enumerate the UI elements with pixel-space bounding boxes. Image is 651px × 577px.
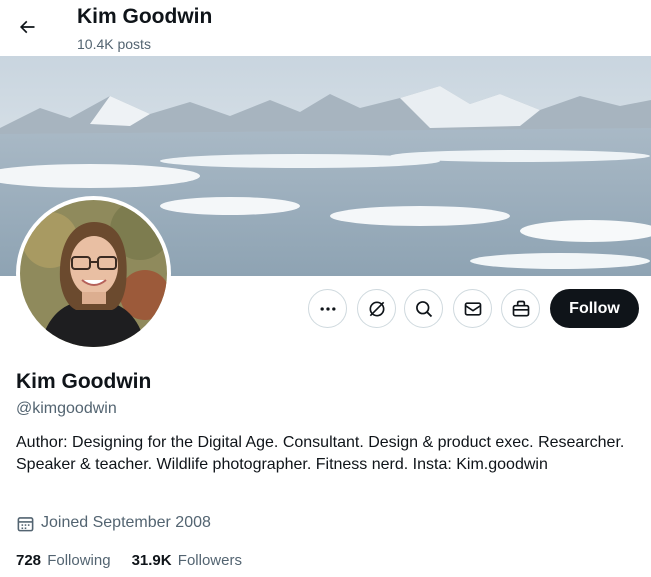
followers-count: 31.9K (131, 552, 172, 569)
avatar[interactable] (16, 196, 171, 351)
header-title: Kim Goodwin (77, 5, 213, 28)
display-name: Kim Goodwin (16, 370, 152, 393)
follow-stats: 728 Following 31.9K Followers (16, 551, 263, 571)
follow-button[interactable]: Follow (550, 289, 639, 328)
search-button[interactable] (404, 289, 443, 328)
joined-text: Joined September 2008 (41, 514, 211, 531)
back-button[interactable] (10, 10, 44, 44)
message-button[interactable] (453, 289, 492, 328)
more-icon (320, 306, 335, 311)
profile-bio: Author: Designing for the Digital Age. C… (16, 434, 625, 473)
arrow-left-icon (19, 20, 35, 34)
grok-icon (369, 301, 384, 316)
mail-icon (464, 301, 481, 316)
grok-button[interactable] (357, 289, 396, 328)
joined-date: Joined September 2008 (16, 513, 211, 533)
search-icon (415, 300, 432, 317)
user-handle: @kimgoodwin (16, 400, 117, 417)
followers-link[interactable]: 31.9K Followers (132, 551, 242, 571)
header-posts-count: 10.4K posts (77, 36, 151, 52)
following-count: 728 (16, 552, 42, 569)
gift-icon (512, 300, 529, 316)
profile-header: Kim Goodwin 10.4K posts (0, 0, 651, 56)
gift-button[interactable] (501, 289, 540, 328)
avatar-photo (20, 200, 167, 347)
more-button[interactable] (308, 289, 347, 328)
calendar-icon (16, 513, 37, 533)
following-link[interactable]: 728 Following (16, 551, 111, 571)
followers-label: Followers (177, 552, 242, 569)
following-label: Following (47, 552, 111, 569)
